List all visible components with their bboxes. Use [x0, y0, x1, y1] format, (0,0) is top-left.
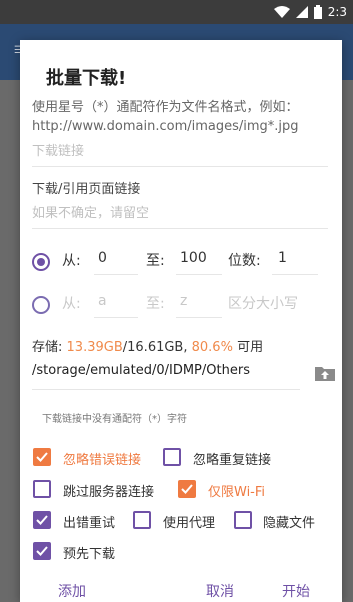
to-underline	[176, 274, 222, 275]
storage-info: 存储: 13.39GB/16.61GB, 80.6% 可用	[32, 336, 263, 355]
status-bar: 2:3	[0, 0, 353, 24]
storage-label: 存储:	[32, 340, 63, 355]
from-underline	[94, 274, 138, 275]
digits-label: 位数:	[228, 253, 261, 269]
predownload-label[interactable]: 预先下载	[63, 543, 115, 562]
use-proxy-label[interactable]: 使用代理	[163, 512, 215, 531]
referer-placeholder: 如果不确定，请留空	[32, 206, 150, 221]
from-input[interactable]: 0	[98, 250, 107, 266]
signal-icon	[295, 6, 308, 18]
ignore-error-links-label[interactable]: 忽略错误链接	[63, 449, 141, 468]
folder-upload-icon[interactable]	[314, 364, 336, 382]
wildcard-note: 下载链接中没有通配符（*）字符	[42, 414, 187, 425]
skip-server-connect-checkbox[interactable]	[33, 480, 51, 498]
retry-on-error-checkbox[interactable]	[33, 511, 51, 529]
alpha-from-label: 从:	[62, 296, 81, 312]
storage-total: 16.61GB,	[127, 340, 188, 355]
wifi-only-label[interactable]: 仅限Wi-Fi	[208, 481, 265, 500]
download-link-placeholder: 下载链接	[32, 144, 85, 159]
storage-free: 13.39GB	[66, 340, 123, 355]
predownload-checkbox[interactable]	[33, 542, 51, 560]
batch-download-dialog: 批量下载! 使用星号（*）通配符作为文件名格式，例如： http://www.d…	[20, 40, 342, 602]
hide-files-checkbox[interactable]	[234, 511, 252, 529]
save-path-field[interactable]: /storage/emulated/0/IDMP/Others	[32, 363, 300, 390]
case-sensitive-label[interactable]: 区分大小写	[228, 293, 298, 313]
digits-input[interactable]: 1	[278, 250, 287, 266]
hide-files-label[interactable]: 隐藏文件	[263, 512, 315, 531]
hint-line-2: http://www.domain.com/images/img*.jpg	[32, 119, 299, 134]
dialog-title: 批量下载!	[46, 68, 127, 89]
ignore-duplicate-links-label[interactable]: 忽略重复链接	[193, 449, 271, 468]
ignore-duplicate-links-checkbox[interactable]	[163, 448, 181, 466]
numeric-range-radio[interactable]	[32, 253, 50, 271]
status-icons: 2:3	[273, 3, 347, 21]
alpha-from-input[interactable]: a	[98, 293, 107, 309]
referer-field[interactable]: 如果不确定，请留空	[32, 202, 328, 229]
skip-server-connect-label[interactable]: 跳过服务器连接	[63, 481, 154, 500]
add-button[interactable]: 添加	[58, 581, 86, 601]
battery-icon	[313, 5, 322, 19]
wifi-only-checkbox[interactable]	[178, 480, 196, 498]
cancel-button[interactable]: 取消	[206, 581, 234, 601]
digits-underline	[272, 274, 318, 275]
wildcard-hint: 使用星号（*）通配符作为文件名格式，例如： http://www.domain.…	[32, 98, 334, 136]
from-label: 从:	[62, 253, 81, 269]
retry-on-error-label[interactable]: 出错重试	[63, 512, 115, 531]
status-time: 2:3	[327, 5, 347, 19]
download-link-field[interactable]: 下载链接	[32, 140, 328, 167]
storage-suffix: 可用	[237, 340, 264, 355]
storage-percent: 80.6%	[191, 340, 233, 355]
alpha-to-underline	[176, 317, 222, 318]
alpha-to-input[interactable]: z	[180, 293, 187, 309]
alpha-from-underline	[94, 317, 138, 318]
wifi-icon	[273, 6, 290, 18]
alpha-to-label: 至:	[146, 296, 165, 312]
to-input[interactable]: 100	[180, 250, 207, 266]
alpha-range-radio[interactable]	[32, 296, 50, 314]
start-button[interactable]: 开始	[282, 581, 310, 601]
hint-line-1: 使用星号（*）通配符作为文件名格式，例如：	[32, 100, 299, 115]
to-label: 至:	[146, 253, 165, 269]
use-proxy-checkbox[interactable]	[133, 511, 151, 529]
referer-label: 下载/引用页面链接	[32, 182, 141, 197]
ignore-error-links-checkbox[interactable]	[33, 448, 51, 466]
